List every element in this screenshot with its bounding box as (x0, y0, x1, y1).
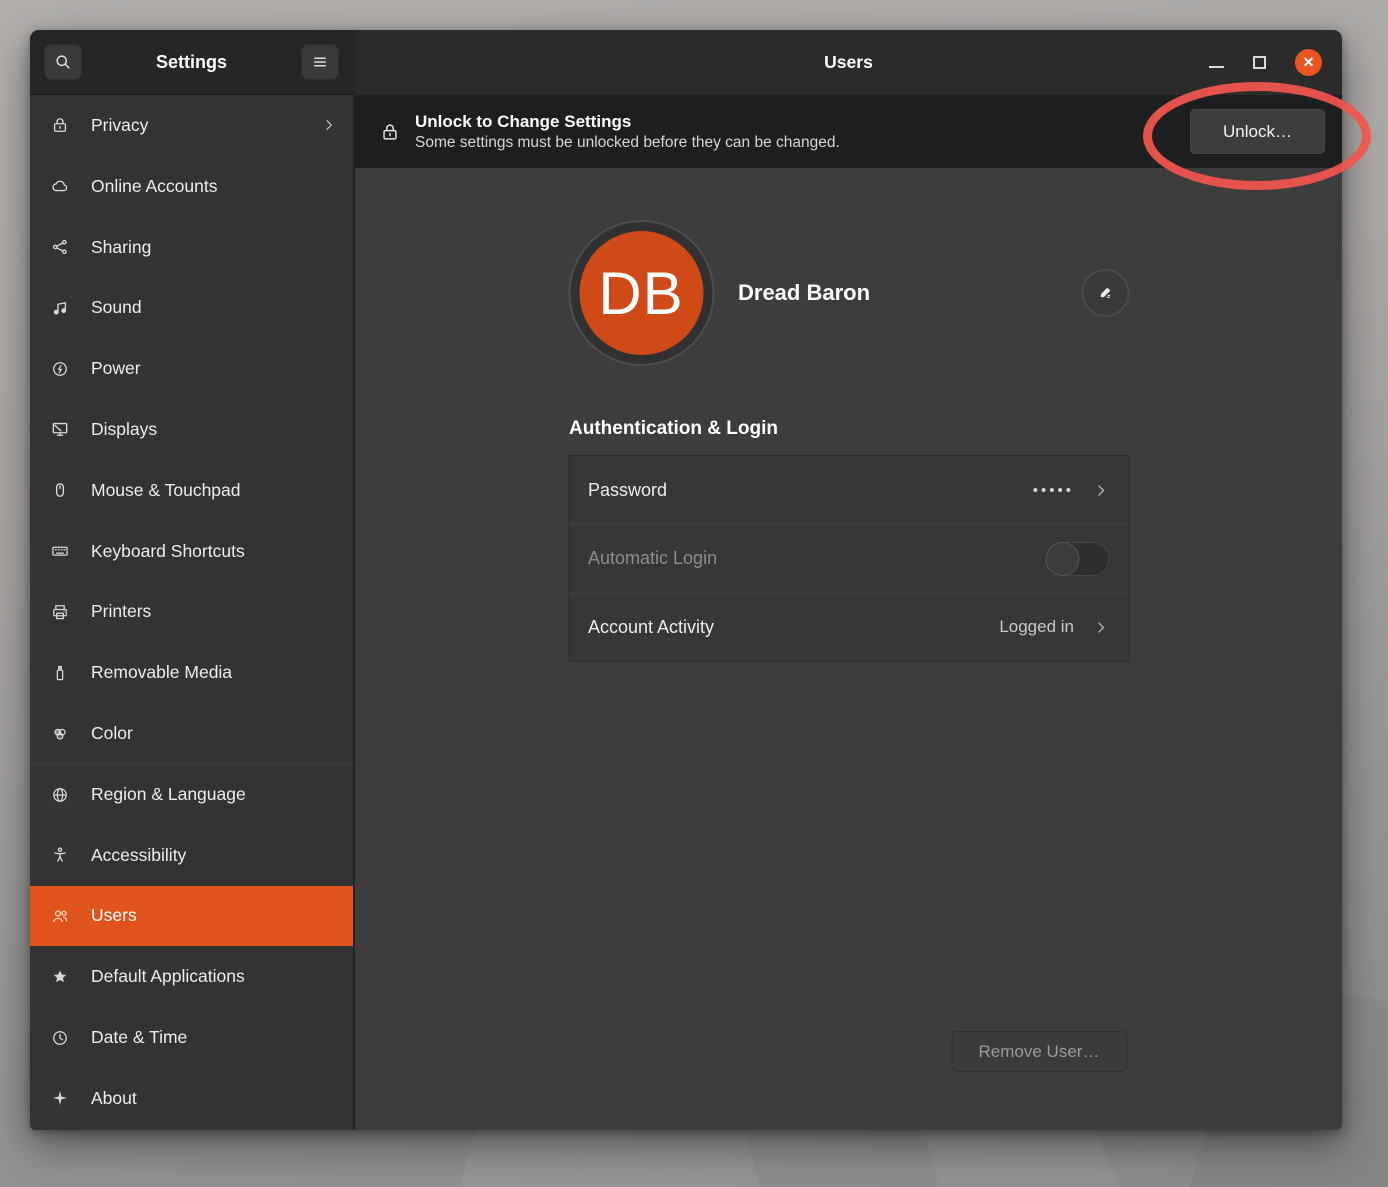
remove-user-button[interactable]: Remove User… (951, 1031, 1127, 1072)
sidebar: Settings Privacy (30, 30, 355, 1130)
accessibility-icon (48, 845, 72, 865)
sidebar-item-label: Power (91, 358, 141, 379)
sidebar-item-date-time[interactable]: Date & Time (30, 1007, 353, 1068)
sparkle-icon (48, 1088, 72, 1108)
sidebar-header: Settings (30, 30, 353, 95)
sidebar-item-users[interactable]: Users (30, 886, 353, 947)
lock-icon (379, 121, 401, 143)
maximize-button[interactable] (1253, 56, 1266, 69)
window-controls: ✕ (1209, 30, 1322, 95)
desktop-background: Settings Privacy (0, 0, 1388, 1187)
primary-menu-button[interactable] (301, 44, 339, 80)
unlock-banner: Unlock to Change Settings Some settings … (355, 95, 1342, 168)
banner-subtitle: Some settings must be unlocked before th… (415, 134, 840, 152)
sidebar-item-removable-media[interactable]: Removable Media (30, 642, 353, 703)
minimize-button[interactable] (1209, 66, 1224, 68)
color-circles-icon (48, 724, 72, 744)
account-activity-value: Logged in (999, 617, 1074, 637)
sidebar-item-sound[interactable]: Sound (30, 277, 353, 338)
content-column: DB Dread Baron Authentication & Login Pa… (568, 168, 1129, 1130)
usb-drive-icon (48, 663, 72, 683)
sidebar-item-label: About (91, 1088, 137, 1109)
auth-section-heading: Authentication & Login (569, 418, 778, 440)
password-dots: ••••• (1033, 482, 1074, 499)
sidebar-item-label: Mouse & Touchpad (91, 480, 241, 501)
chevron-right-icon (321, 117, 337, 133)
main-panel: Users ✕ Unlock to Change Settings Some s… (355, 30, 1342, 1130)
pencil-icon (1095, 283, 1115, 303)
settings-window: Settings Privacy (30, 30, 1342, 1130)
sidebar-item-label: Online Accounts (91, 176, 217, 197)
rename-user-button[interactable] (1081, 269, 1129, 317)
sidebar-item-online-accounts[interactable]: Online Accounts (30, 156, 353, 217)
close-button[interactable]: ✕ (1295, 49, 1322, 76)
sidebar-item-label: Users (91, 905, 137, 926)
lock-icon (48, 115, 72, 135)
user-header: DB Dread Baron (568, 220, 1129, 366)
sidebar-item-mouse-touchpad[interactable]: Mouse & Touchpad (30, 460, 353, 521)
music-note-icon (48, 298, 72, 318)
sidebar-item-label: Color (91, 723, 133, 744)
sidebar-item-privacy[interactable]: Privacy (30, 95, 353, 156)
search-icon (53, 52, 73, 72)
search-button[interactable] (44, 44, 82, 80)
avatar[interactable]: DB (568, 220, 714, 366)
banner-texts: Unlock to Change Settings Some settings … (415, 112, 840, 152)
chevron-right-icon (1092, 619, 1109, 636)
auth-list: Password ••••• Automatic Login (568, 455, 1129, 662)
sidebar-item-label: Region & Language (91, 784, 246, 805)
sidebar-item-default-applications[interactable]: Default Applications (30, 946, 353, 1007)
banner-title: Unlock to Change Settings (415, 112, 840, 132)
keyboard-icon (48, 541, 72, 561)
display-icon (48, 419, 72, 439)
password-label: Password (588, 480, 667, 501)
sidebar-item-label: Printers (91, 601, 151, 622)
cloud-icon (48, 176, 72, 196)
share-icon (48, 237, 72, 257)
sidebar-item-sharing[interactable]: Sharing (30, 217, 353, 278)
users-icon (48, 906, 72, 926)
mouse-icon (48, 480, 72, 500)
sidebar-item-label: Date & Time (91, 1027, 187, 1048)
power-icon (48, 359, 72, 379)
unlock-button[interactable]: Unlock… (1190, 109, 1325, 154)
sidebar-item-displays[interactable]: Displays (30, 399, 353, 460)
account-activity-row[interactable]: Account Activity Logged in (569, 593, 1128, 661)
automatic-login-label: Automatic Login (588, 548, 717, 569)
sidebar-item-accessibility[interactable]: Accessibility (30, 825, 353, 886)
sidebar-item-about[interactable]: About (30, 1068, 353, 1129)
account-activity-label: Account Activity (588, 617, 714, 638)
automatic-login-row: Automatic Login (569, 524, 1128, 592)
password-row[interactable]: Password ••••• (569, 456, 1128, 524)
sidebar-item-label: Privacy (91, 115, 148, 136)
sidebar-item-label: Default Applications (91, 966, 245, 987)
page-title: Users (824, 52, 873, 73)
globe-icon (48, 785, 72, 805)
toggle-knob (1045, 542, 1079, 576)
sidebar-item-label: Sound (91, 297, 142, 318)
star-icon (48, 967, 72, 987)
sidebar-item-region-language[interactable]: Region & Language (30, 764, 353, 825)
sidebar-item-label: Sharing (91, 237, 151, 258)
sidebar-item-label: Displays (91, 419, 157, 440)
sidebar-item-label: Keyboard Shortcuts (91, 541, 245, 562)
sidebar-nav: Privacy Online Accounts Sharing (30, 95, 353, 1130)
hamburger-menu-icon (311, 53, 329, 71)
sidebar-item-power[interactable]: Power (30, 338, 353, 399)
avatar-initials: DB (579, 231, 703, 355)
printer-icon (48, 602, 72, 622)
sidebar-item-label: Accessibility (91, 845, 186, 866)
sidebar-item-printers[interactable]: Printers (30, 582, 353, 643)
users-content: DB Dread Baron Authentication & Login Pa… (355, 168, 1342, 1130)
sidebar-item-label: Removable Media (91, 662, 232, 683)
headerbar: Users ✕ (355, 30, 1342, 95)
clock-icon (48, 1028, 72, 1048)
sidebar-item-keyboard-shortcuts[interactable]: Keyboard Shortcuts (30, 521, 353, 582)
app-title: Settings (156, 52, 227, 73)
automatic-login-toggle[interactable] (1045, 542, 1109, 576)
chevron-right-icon (1092, 482, 1109, 499)
sidebar-item-color[interactable]: Color (30, 703, 353, 764)
user-full-name: Dread Baron (738, 280, 870, 306)
